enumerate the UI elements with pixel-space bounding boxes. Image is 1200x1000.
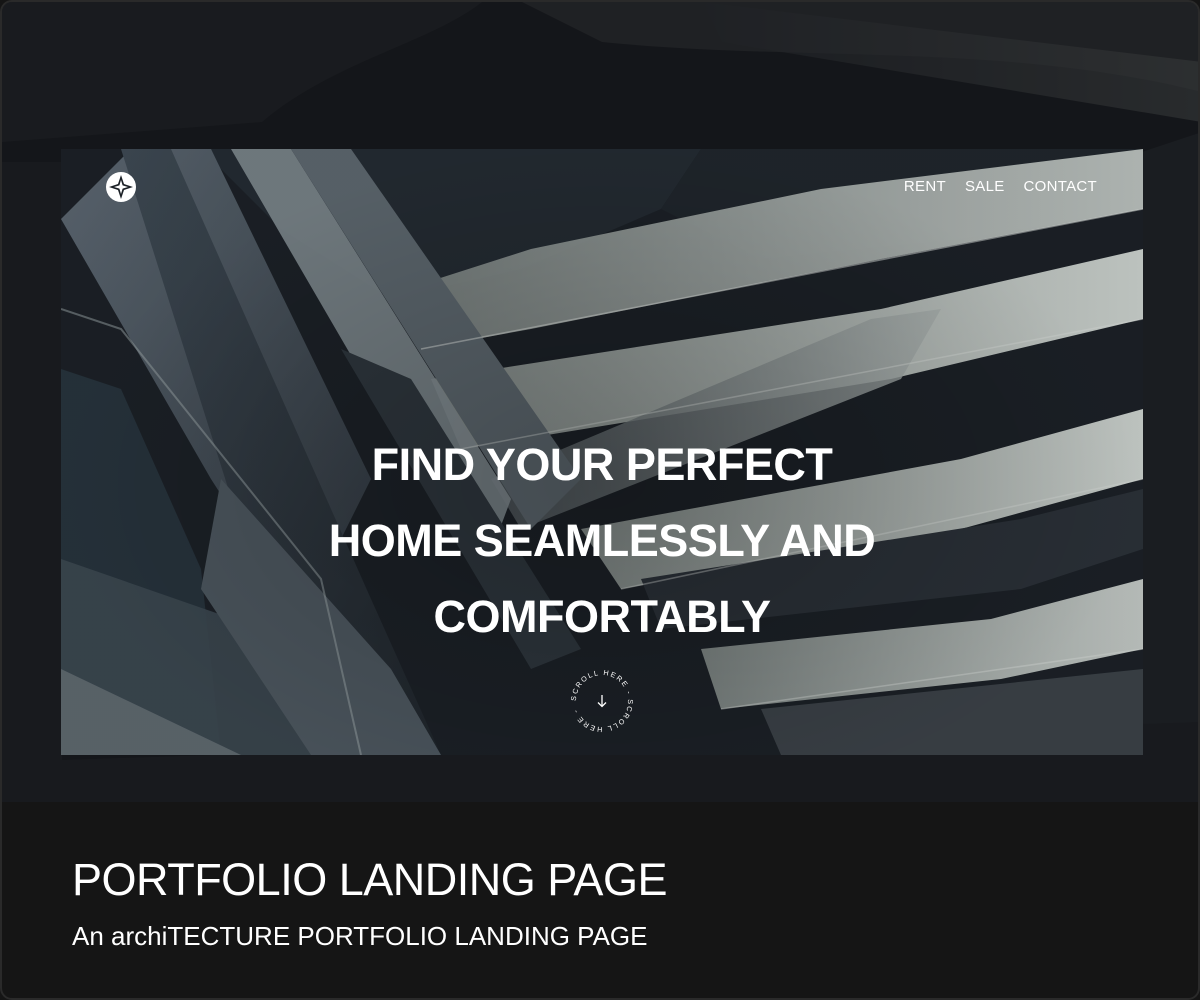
compass-star-logo[interactable] — [105, 171, 137, 203]
top-nav: RENT SALE CONTACT — [904, 178, 1097, 195]
showcase-card: RENT SALE CONTACT FIND YOUR PERFECT HOME… — [0, 0, 1200, 1000]
scroll-here-badge[interactable]: SCROLL HERE - SCROLL HERE - — [566, 665, 638, 737]
hero-line-3: COMFORTABLY — [433, 591, 772, 642]
arrow-down-icon — [597, 695, 607, 708]
nav-link-contact[interactable]: CONTACT — [1024, 178, 1097, 195]
caption-title: PORTFOLIO LANDING PAGE — [72, 854, 667, 905]
caption-subtitle: An archiTECTURE PORTFOLIO LANDING PAGE — [72, 921, 648, 951]
landing-page-preview: RENT SALE CONTACT FIND YOUR PERFECT HOME… — [61, 149, 1143, 755]
nav-link-sale[interactable]: SALE — [965, 178, 1005, 195]
hero-line-2: HOME SEAMLESSLY AND — [328, 515, 876, 566]
nav-link-rent[interactable]: RENT — [904, 178, 946, 195]
showcase-caption: PORTFOLIO LANDING PAGE An archiTECTURE P… — [72, 852, 667, 954]
hero-line-1: FIND YOUR PERFECT — [371, 439, 833, 490]
hero-headline: FIND YOUR PERFECT HOME SEAMLESSLY AND CO… — [61, 427, 1143, 655]
